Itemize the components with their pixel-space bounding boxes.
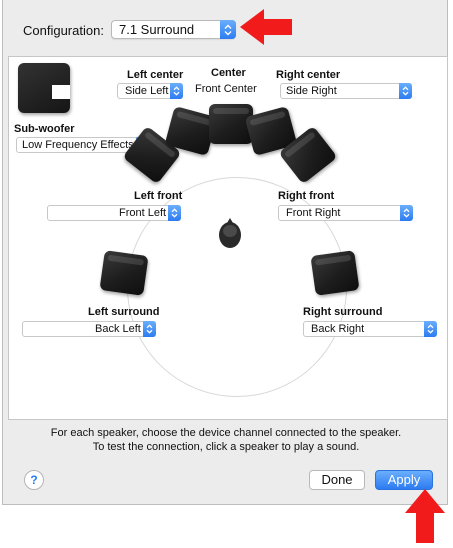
up-down-chevron-icon: [400, 205, 413, 221]
right-surround-channel-popup[interactable]: Back Right: [303, 321, 437, 337]
left-center-label: Left center: [127, 69, 184, 81]
left-center-channel-popup[interactable]: Side Left: [117, 83, 183, 99]
up-down-chevron-icon: [399, 83, 412, 99]
subwoofer-label: Sub-woofer: [14, 123, 75, 135]
up-down-chevron-icon: [220, 20, 236, 39]
right-center-channel-value: Side Right: [286, 85, 337, 97]
right-center-channel-popup[interactable]: Side Right: [280, 83, 412, 99]
speaker-setup-window: Configuration: 7.1 Surround Sub-woofer L…: [2, 0, 448, 505]
up-down-chevron-icon: [170, 83, 183, 99]
center-channel-value[interactable]: Front Center: [195, 83, 257, 95]
configuration-popup[interactable]: 7.1 Surround: [111, 20, 236, 39]
up-down-chevron-icon: [143, 321, 156, 337]
left-surround-label: Left surround: [88, 306, 160, 318]
up-down-chevron-icon: [424, 321, 437, 337]
right-surround-speaker[interactable]: [310, 250, 360, 296]
right-center-label: Right center: [276, 69, 341, 81]
right-front-channel-value: Front Right: [286, 207, 341, 219]
right-front-channel-popup[interactable]: Front Right: [278, 205, 413, 221]
left-front-channel-popup[interactable]: Front Left: [47, 205, 181, 221]
subwoofer-speaker[interactable]: [18, 63, 70, 113]
help-button[interactable]: ?: [24, 470, 44, 490]
instructions-text: For each speaker, choose the device chan…: [3, 426, 449, 454]
red-arrow-icon: [405, 489, 445, 543]
red-arrow-icon: [240, 9, 292, 45]
instructions-line-2: To test the connection, click a speaker …: [92, 441, 360, 453]
left-front-channel-value: Front Left: [119, 207, 167, 219]
right-front-label: Right front: [278, 190, 335, 202]
left-surround-channel-popup[interactable]: Back Left: [22, 321, 156, 337]
left-center-channel-value: Side Left: [125, 85, 169, 97]
left-surround-speaker[interactable]: [99, 250, 149, 296]
center-label: Center: [211, 67, 246, 79]
done-button[interactable]: Done: [309, 470, 365, 490]
configuration-label: Configuration:: [23, 23, 104, 38]
instructions-line-1: For each speaker, choose the device chan…: [50, 427, 402, 439]
up-down-chevron-icon: [168, 205, 181, 221]
subwoofer-channel-value: Low Frequency Effects: [22, 139, 134, 151]
right-surround-channel-value: Back Right: [311, 323, 365, 335]
left-front-label: Left front: [134, 190, 183, 202]
configuration-value: 7.1 Surround: [119, 22, 195, 37]
listener-head-icon: [219, 218, 241, 248]
speaker-layout-panel: Sub-woofer Low Frequency Effects Left ce…: [8, 56, 448, 420]
left-surround-channel-value: Back Left: [95, 323, 141, 335]
right-surround-label: Right surround: [303, 306, 383, 318]
